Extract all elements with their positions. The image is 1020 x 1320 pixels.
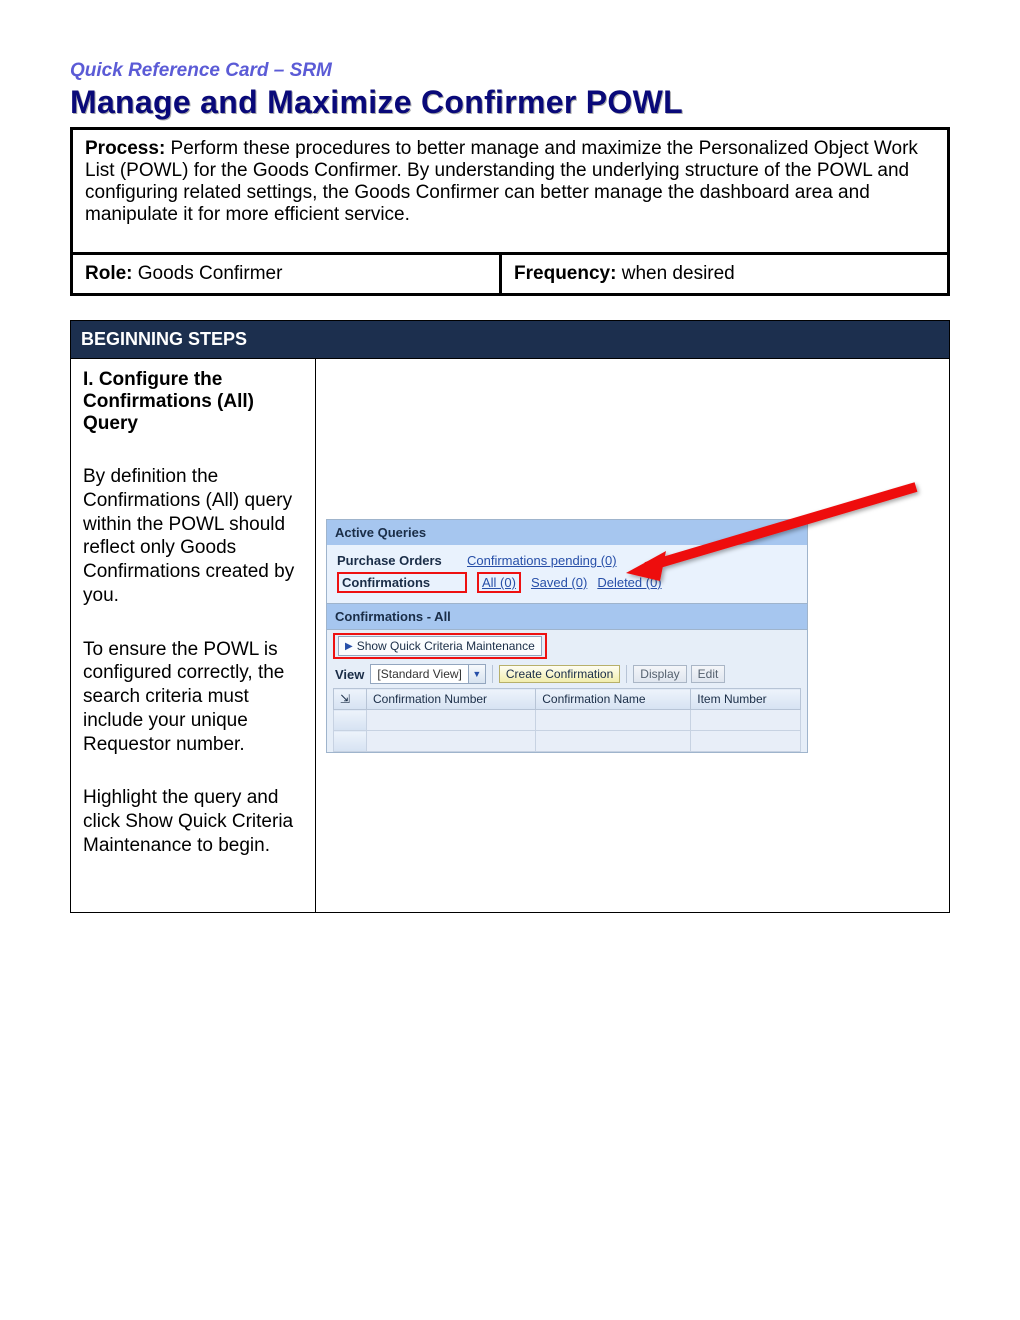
frequency-label: Frequency: xyxy=(514,263,616,284)
sqcm-label: Show Quick Criteria Maintenance xyxy=(357,639,535,653)
confirmations-deleted-link[interactable]: Deleted (0) xyxy=(597,575,661,590)
confirmations-saved-link[interactable]: Saved (0) xyxy=(531,575,587,590)
col-confirmation-number[interactable]: Confirmation Number xyxy=(367,689,536,710)
doc-subtitle: Quick Reference Card – SRM xyxy=(70,60,950,82)
role-cell: Role: Goods Confirmer xyxy=(73,255,502,293)
query-block: Purchase Orders Confirmations pending (0… xyxy=(327,545,807,603)
export-icon[interactable]: ⇲ xyxy=(334,689,367,710)
purchase-orders-label: Purchase Orders xyxy=(337,553,457,568)
screenshot-panel: Active Queries Purchase Orders Confirmat… xyxy=(316,359,949,912)
step-description: I. Configure the Confirmations (All) Que… xyxy=(71,359,316,912)
process-text: Process: Perform these procedures to bet… xyxy=(73,130,947,252)
confirmations-pending-link[interactable]: Confirmations pending (0) xyxy=(467,553,617,568)
step-paragraph-3: Highlight the query and click Show Quick… xyxy=(83,786,303,857)
create-confirmation-button[interactable]: Create Confirmation xyxy=(499,665,620,683)
role-label: Role: xyxy=(85,263,133,284)
view-label: View xyxy=(335,667,364,682)
step-paragraph-2: To ensure the POWL is configured correct… xyxy=(83,638,303,757)
process-box: Process: Perform these procedures to bet… xyxy=(70,127,950,296)
display-button[interactable]: Display xyxy=(633,665,686,683)
frequency-value: when desired xyxy=(616,263,734,284)
chevron-down-icon: ▼ xyxy=(468,665,485,683)
doc-title: Manage and Maximize Confirmer POWL xyxy=(70,84,950,121)
frequency-cell: Frequency: when desired xyxy=(502,255,947,293)
edit-button[interactable]: Edit xyxy=(691,665,726,683)
toolbar: ▶ Show Quick Criteria Maintenance View [… xyxy=(327,630,807,752)
confirmations-all-header: Confirmations - All xyxy=(327,603,807,630)
show-quick-criteria-button[interactable]: ▶ Show Quick Criteria Maintenance xyxy=(338,636,542,656)
process-label: Process: xyxy=(85,138,165,159)
results-table: ⇲ Confirmation Number Confirmation Name … xyxy=(333,688,801,752)
step-paragraph-1: By definition the Confirmations (All) qu… xyxy=(83,465,303,608)
process-body: Perform these procedures to better manag… xyxy=(85,138,918,225)
col-confirmation-name[interactable]: Confirmation Name xyxy=(536,689,691,710)
srm-screenshot: Active Queries Purchase Orders Confirmat… xyxy=(326,519,808,753)
section-header: BEGINNING STEPS xyxy=(71,321,949,359)
triangle-right-icon: ▶ xyxy=(345,641,353,652)
active-queries-header: Active Queries xyxy=(327,520,807,545)
view-value: [Standard View] xyxy=(371,667,468,681)
step-title: I. Configure the Confirmations (All) Que… xyxy=(83,369,303,435)
role-value: Goods Confirmer xyxy=(133,263,283,284)
confirmations-all-link[interactable]: All (0) xyxy=(477,572,521,593)
col-item-number[interactable]: Item Number xyxy=(691,689,801,710)
table-row xyxy=(334,710,801,731)
view-select[interactable]: [Standard View] ▼ xyxy=(370,664,486,684)
confirmations-label: Confirmations xyxy=(337,572,467,593)
steps-section: BEGINNING STEPS I. Configure the Confirm… xyxy=(70,320,950,913)
table-row xyxy=(334,731,801,752)
